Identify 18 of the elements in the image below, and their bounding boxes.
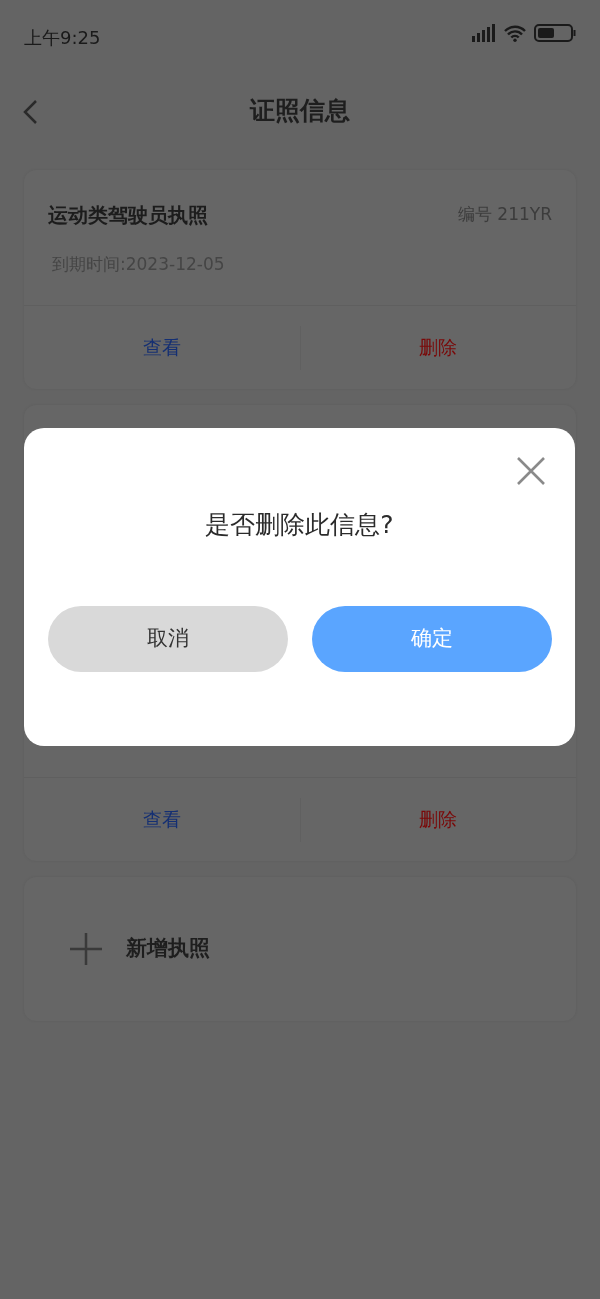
add-license-card[interactable]: 新增执照 [24, 877, 576, 1021]
license-name: 运动类驾驶员执照 [48, 202, 208, 229]
add-license-label: 新增执照 [126, 935, 210, 963]
delete-link[interactable]: 删除 [300, 333, 576, 362]
view-link[interactable]: 查看 [24, 333, 300, 362]
close-icon[interactable] [516, 456, 546, 486]
wifi-icon [504, 24, 526, 42]
cancel-button[interactable]: 取消 [47, 605, 288, 672]
confirm-button[interactable]: 确定 [311, 605, 552, 672]
battery-icon [534, 24, 576, 42]
status-time: 上午9:25 [24, 26, 101, 50]
view-link[interactable]: 查看 [24, 805, 300, 834]
dialog-message: 是否删除此信息? [204, 509, 395, 541]
signal-icon [472, 24, 496, 42]
delete-link[interactable]: 删除 [300, 805, 576, 834]
plus-icon [70, 933, 102, 965]
page-title: 证照信息 [250, 95, 350, 128]
back-icon[interactable] [22, 99, 38, 125]
